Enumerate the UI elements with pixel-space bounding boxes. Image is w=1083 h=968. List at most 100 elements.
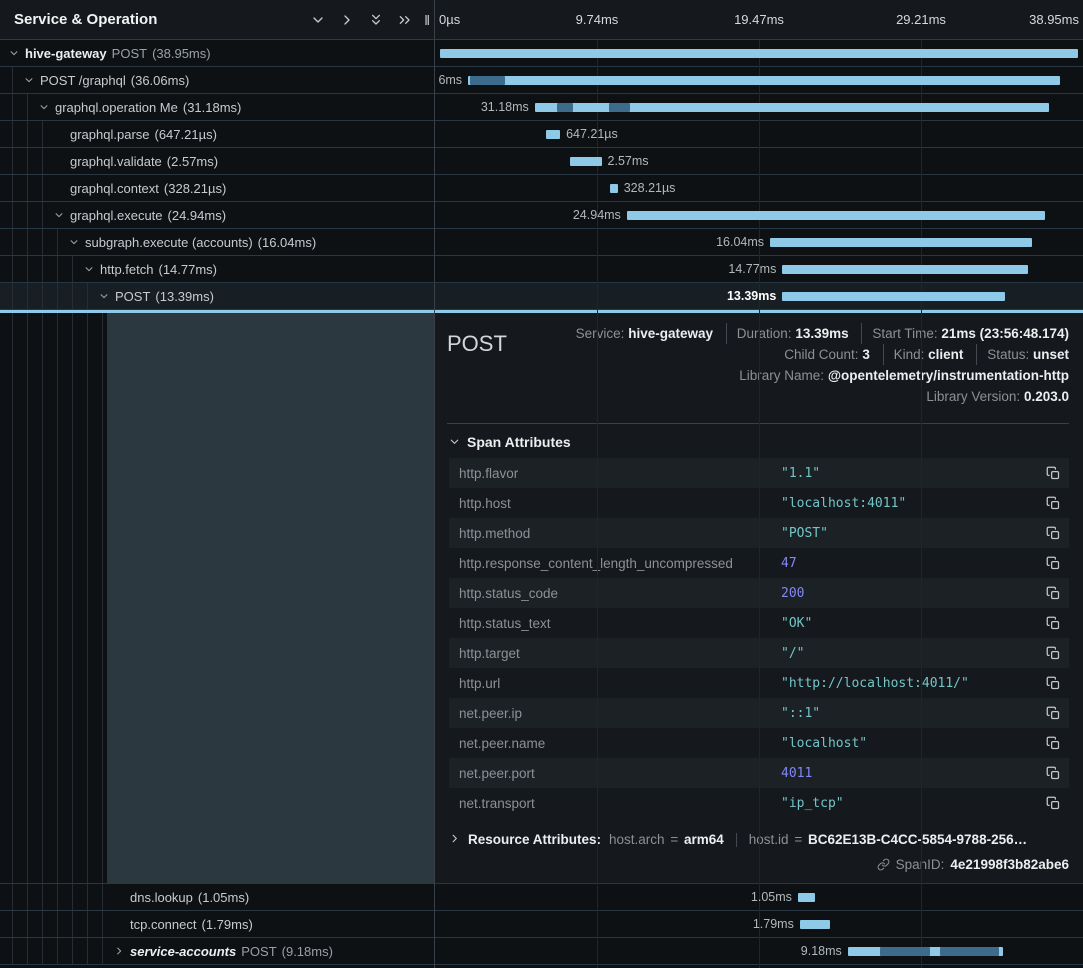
- span-bar-cell[interactable]: 1.05ms: [435, 884, 1083, 910]
- span-attributes-toggle[interactable]: Span Attributes: [449, 434, 1069, 450]
- copy-icon[interactable]: [1044, 524, 1063, 543]
- span-bar-cell[interactable]: 9.18ms: [435, 938, 1083, 964]
- span-bar[interactable]: [468, 76, 1060, 85]
- span-service-name: hive-gateway: [25, 46, 107, 61]
- span-row[interactable]: service-accountsPOST(9.18ms)9.18ms: [0, 938, 1083, 965]
- panel-divider[interactable]: [434, 0, 435, 968]
- span-bar[interactable]: [770, 238, 1032, 247]
- span-bar-cell[interactable]: 1.79ms: [435, 911, 1083, 937]
- span-bar-cell[interactable]: 16.04ms: [435, 229, 1083, 255]
- span-bar[interactable]: [798, 893, 815, 902]
- chevrons-right-icon[interactable]: [396, 11, 414, 29]
- span-bar-cell[interactable]: [435, 40, 1083, 66]
- timeline-tick-label: 29.21ms: [896, 0, 946, 40]
- span-tree-cell[interactable]: graphql.context(328.21µs): [0, 175, 435, 201]
- span-bar-cell[interactable]: 647.21µs: [435, 121, 1083, 147]
- span-bar[interactable]: [782, 292, 1004, 301]
- span-row[interactable]: dns.lookup(1.05ms)1.05ms: [0, 884, 1083, 911]
- attribute-key: net.transport: [459, 796, 781, 811]
- span-tree-cell[interactable]: http.fetch(14.77ms): [0, 256, 435, 282]
- span-row[interactable]: subgraph.execute (accounts)(16.04ms) 16.0…: [0, 229, 1083, 256]
- chevron-down-icon[interactable]: [8, 48, 20, 58]
- attribute-row: http.url"http://localhost:4011/": [449, 668, 1069, 698]
- tree-indent-guide: [87, 313, 88, 883]
- attribute-value: "POST": [781, 526, 1036, 541]
- chevron-down-icon[interactable]: [309, 11, 327, 29]
- span-bar-cell[interactable]: 31.18ms: [435, 94, 1083, 120]
- resource-attributes-row[interactable]: Resource Attributes: host.arch = arm64 h…: [449, 832, 1069, 847]
- chevron-down-icon[interactable]: [83, 264, 95, 274]
- span-bar-cell[interactable]: 6ms: [435, 67, 1083, 93]
- copy-icon[interactable]: [1044, 794, 1063, 813]
- span-bar[interactable]: [570, 157, 602, 166]
- attribute-row: http.status_code200: [449, 578, 1069, 608]
- span-tree-cell[interactable]: graphql.parse(647.21µs): [0, 121, 435, 147]
- span-tree-cell[interactable]: service-accountsPOST(9.18ms): [0, 938, 435, 964]
- tree-indent-guide: [57, 313, 58, 883]
- span-bar-cell[interactable]: 24.94ms: [435, 202, 1083, 228]
- span-row[interactable]: http.fetch(14.77ms) 14.77ms: [0, 256, 1083, 283]
- span-tree-cell[interactable]: graphql.execute(24.94ms): [0, 202, 435, 228]
- chevron-down-icon[interactable]: [98, 291, 110, 301]
- copy-icon[interactable]: [1044, 674, 1063, 693]
- span-tree-cell[interactable]: graphql.validate(2.57ms): [0, 148, 435, 174]
- span-bar-cell[interactable]: 13.39ms: [435, 283, 1083, 309]
- span-row[interactable]: hive-gatewayPOST(38.95ms): [0, 40, 1083, 67]
- copy-icon[interactable]: [1044, 734, 1063, 753]
- copy-icon[interactable]: [1044, 644, 1063, 663]
- span-duration-label: 14.77ms: [728, 256, 776, 282]
- span-operation-name: tcp.connect: [130, 917, 197, 932]
- span-bar[interactable]: [627, 211, 1046, 220]
- span-bar[interactable]: [782, 265, 1028, 274]
- copy-icon[interactable]: [1044, 554, 1063, 573]
- span-bar-cell[interactable]: 328.21µs: [435, 175, 1083, 201]
- span-duration-label: 647.21µs: [566, 121, 618, 147]
- child-span-mark: [609, 103, 630, 112]
- copy-icon[interactable]: [1044, 584, 1063, 603]
- link-icon[interactable]: [877, 858, 890, 871]
- span-bar-cell[interactable]: 14.77ms: [435, 256, 1083, 282]
- span-row[interactable]: tcp.connect(1.79ms)1.79ms: [0, 911, 1083, 938]
- copy-icon[interactable]: [1044, 614, 1063, 633]
- detail-header: POST Service: hive-gateway Duration: 13.…: [447, 323, 1069, 407]
- panel-resize-handle[interactable]: ‖: [424, 12, 429, 28]
- chevron-right-icon[interactable]: [338, 11, 356, 29]
- detail-span-title: POST: [447, 323, 507, 357]
- copy-icon[interactable]: [1044, 494, 1063, 513]
- span-row[interactable]: graphql.validate(2.57ms)2.57ms: [0, 148, 1083, 175]
- attribute-value: 47: [781, 556, 1036, 571]
- span-bar[interactable]: [800, 920, 830, 929]
- chevron-down-icon[interactable]: [53, 210, 65, 220]
- chevron-right-icon[interactable]: [113, 946, 125, 956]
- chevron-down-icon[interactable]: [38, 102, 50, 112]
- span-tree-cell[interactable]: subgraph.execute (accounts)(16.04ms): [0, 229, 435, 255]
- copy-icon[interactable]: [1044, 764, 1063, 783]
- chevrons-down-icon[interactable]: [367, 11, 385, 29]
- span-attributes-title: Span Attributes: [467, 434, 571, 450]
- span-bar[interactable]: [440, 49, 1079, 58]
- span-tree-cell[interactable]: dns.lookup(1.05ms): [0, 884, 435, 910]
- span-tree-cell[interactable]: graphql.operation Me(31.18ms): [0, 94, 435, 120]
- span-detail-left-spacer: [0, 313, 435, 883]
- span-duration-label: 16.04ms: [716, 229, 764, 255]
- copy-icon[interactable]: [1044, 464, 1063, 483]
- span-row[interactable]: POST /graphql(36.06ms)6ms: [0, 67, 1083, 94]
- attribute-key: http.status_text: [459, 616, 781, 631]
- span-tree-cell[interactable]: hive-gatewayPOST(38.95ms): [0, 40, 435, 66]
- chevron-down-icon[interactable]: [68, 237, 80, 247]
- span-tree-cell[interactable]: POST /graphql(36.06ms): [0, 67, 435, 93]
- copy-icon[interactable]: [1044, 704, 1063, 723]
- span-tree-cell[interactable]: POST(13.39ms): [0, 283, 435, 309]
- span-row[interactable]: graphql.context(328.21µs)328.21µs: [0, 175, 1083, 202]
- attribute-key: http.method: [459, 526, 781, 541]
- span-tree-cell[interactable]: tcp.connect(1.79ms): [0, 911, 435, 937]
- span-bar[interactable]: [610, 184, 618, 193]
- span-row[interactable]: graphql.execute(24.94ms)24.94ms: [0, 202, 1083, 229]
- span-bar[interactable]: [546, 130, 560, 139]
- span-row[interactable]: graphql.operation Me(31.18ms)31.18ms: [0, 94, 1083, 121]
- detail-meta: Service: hive-gateway Duration: 13.39ms …: [576, 323, 1069, 407]
- span-row[interactable]: POST(13.39ms)13.39ms: [0, 283, 1083, 310]
- chevron-down-icon[interactable]: [23, 75, 35, 85]
- span-row[interactable]: graphql.parse(647.21µs) 647.21µs: [0, 121, 1083, 148]
- span-bar-cell[interactable]: 2.57ms: [435, 148, 1083, 174]
